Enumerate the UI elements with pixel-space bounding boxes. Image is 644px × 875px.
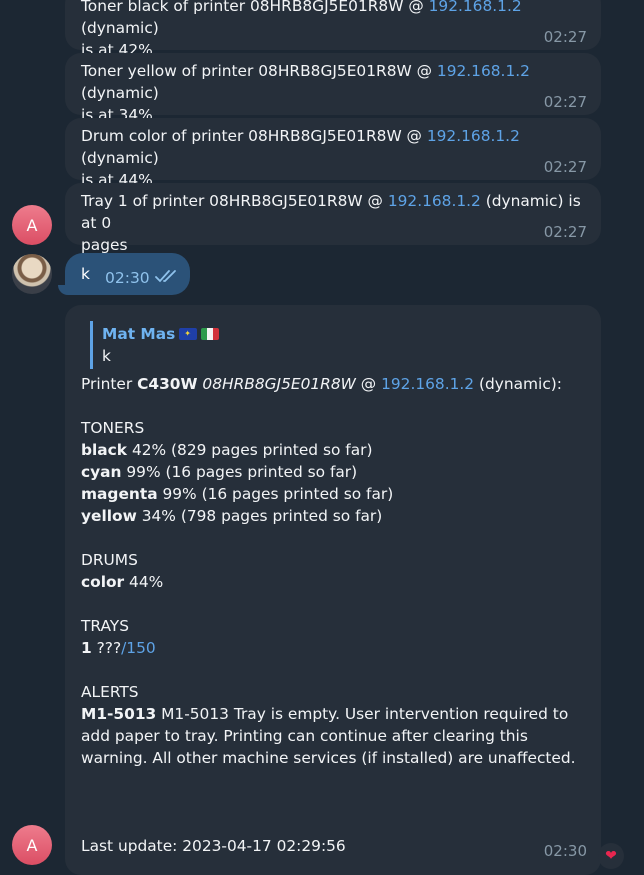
- quote-text: k: [102, 347, 111, 365]
- message-time: 02:30: [543, 842, 587, 860]
- message-time: 02:27: [543, 28, 587, 46]
- alerts-heading: ALERTS: [81, 683, 139, 701]
- message-text: Toner yellow of printer 08HRB8GJ5E01R8W …: [81, 60, 587, 126]
- toner-row: yellow 34% (798 pages printed so far): [81, 505, 587, 527]
- tray-name: 1: [81, 639, 92, 657]
- toners-heading: TONERS: [81, 419, 145, 437]
- message-bubble[interactable]: Drum color of printer 08HRB8GJ5E01R8W @ …: [65, 118, 601, 189]
- sent-message-text: k: [81, 265, 90, 283]
- double-check-icon: [155, 269, 179, 287]
- dynamic-label: (dynamic):: [474, 375, 562, 393]
- last-update: Last update: 2023-04-17 02:29:56: [81, 837, 346, 855]
- drums-heading: DRUMS: [81, 551, 138, 569]
- message-bubble[interactable]: Toner black of printer 08HRB8GJ5E01R8W @…: [65, 0, 601, 59]
- message-bubble[interactable]: Toner yellow of printer 08HRB8GJ5E01R8W …: [65, 53, 601, 124]
- toner-row: black 42% (829 pages printed so far): [81, 439, 587, 461]
- ip-link[interactable]: 192.168.1.2: [427, 127, 520, 145]
- alert-code: M1-5013: [81, 705, 157, 723]
- alert-text: M1-5013 Tray is empty. User intervention…: [81, 705, 576, 767]
- avatar-user-photo[interactable]: [12, 254, 52, 294]
- ip-link[interactable]: 192.168.1.2: [381, 375, 474, 393]
- quote-author: Mat Mas: [102, 325, 176, 343]
- sent-message-bubble[interactable]: k 02:30: [65, 253, 190, 295]
- alert-row: M1-5013 M1-5013 Tray is empty. User inte…: [81, 703, 587, 769]
- trays-heading: TRAYS: [81, 617, 129, 635]
- toner-value: 99% (16 pages printed so far): [121, 463, 358, 481]
- ip-link[interactable]: 192.168.1.2: [388, 192, 481, 210]
- eu-flag-icon: [179, 328, 198, 340]
- toner-name: magenta: [81, 485, 158, 503]
- quote-author-row: Mat Mas: [102, 323, 587, 345]
- reply-body: Printer C430W 08HRB8GJ5E01R8W @ 192.168.…: [81, 373, 587, 857]
- toner-name: cyan: [81, 463, 122, 481]
- at-sign: @: [355, 375, 382, 393]
- message-text-part: (dynamic): [81, 149, 159, 167]
- printer-serial: 08HRB8GJ5E01R8W: [202, 375, 356, 393]
- ip-link[interactable]: 192.168.1.2: [437, 62, 530, 80]
- message-text-part: Toner yellow of printer 08HRB8GJ5E01R8W …: [81, 62, 437, 80]
- printer-label: Printer: [81, 375, 138, 393]
- ip-link[interactable]: 192.168.1.2: [429, 0, 522, 15]
- message-time: 02:27: [543, 93, 587, 111]
- italy-flag-icon: [201, 328, 220, 340]
- avatar[interactable]: A: [12, 205, 52, 245]
- printer-line: Printer C430W 08HRB8GJ5E01R8W @ 192.168.…: [81, 373, 587, 395]
- message-text: Toner black of printer 08HRB8GJ5E01R8W @…: [81, 0, 587, 61]
- message-time: 02:27: [543, 158, 587, 176]
- toner-row: magenta 99% (16 pages printed so far): [81, 483, 587, 505]
- toner-name: yellow: [81, 507, 137, 525]
- toner-row: cyan 99% (16 pages printed so far): [81, 461, 587, 483]
- tray-value: ???: [91, 639, 122, 657]
- message-text-part: (dynamic): [81, 19, 159, 37]
- toner-value: 99% (16 pages printed so far): [157, 485, 394, 503]
- message-text-part: Tray 1 of printer 08HRB8GJ5E01R8W @: [81, 192, 388, 210]
- heart-reaction-icon[interactable]: ❤: [598, 843, 624, 869]
- toner-name: black: [81, 441, 128, 459]
- message-bubble[interactable]: Tray 1 of printer 08HRB8GJ5E01R8W @ 192.…: [65, 183, 601, 254]
- reply-message-bubble[interactable]: Mat Mas k Printer C430W 08HRB8GJ5E01R8W …: [65, 305, 601, 875]
- avatar-letter: A: [26, 835, 38, 855]
- message-text: Drum color of printer 08HRB8GJ5E01R8W @ …: [81, 125, 587, 191]
- message-text-part: (dynamic): [81, 84, 159, 102]
- avatar-letter: A: [26, 215, 38, 235]
- reply-quote[interactable]: Mat Mas k: [90, 321, 587, 369]
- toner-value: 42% (829 pages printed so far): [127, 441, 373, 459]
- drum-row: color 44%: [81, 571, 587, 593]
- drum-value: 44%: [124, 573, 164, 591]
- printer-model: C430W: [137, 375, 198, 393]
- tray-capacity-link[interactable]: /150: [121, 639, 156, 657]
- tray-row: 1 ???/150: [81, 637, 587, 659]
- sent-message-time: 02:30: [105, 269, 150, 287]
- message-text-part: Toner black of printer 08HRB8GJ5E01R8W @: [81, 0, 429, 15]
- message-text: Tray 1 of printer 08HRB8GJ5E01R8W @ 192.…: [81, 190, 587, 256]
- toner-value: 34% (798 pages printed so far): [136, 507, 383, 525]
- message-time: 02:27: [543, 223, 587, 241]
- avatar[interactable]: A: [12, 825, 52, 865]
- message-text-part: pages: [81, 236, 128, 254]
- message-text-part: Drum color of printer 08HRB8GJ5E01R8W @: [81, 127, 427, 145]
- drum-name: color: [81, 573, 125, 591]
